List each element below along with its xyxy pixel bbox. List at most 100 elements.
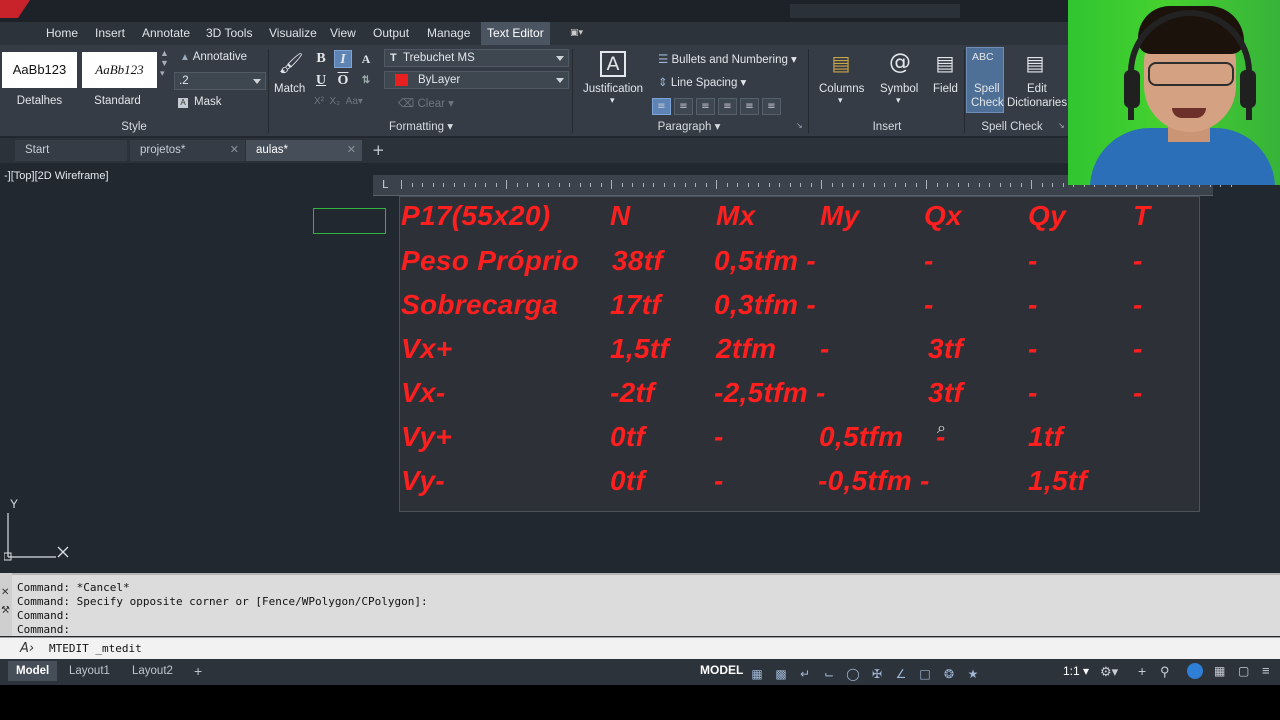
- tab-home[interactable]: Home: [40, 22, 84, 45]
- style-preview-detalhes[interactable]: AaBb123: [2, 52, 77, 88]
- app-logo-icon[interactable]: [0, 0, 30, 18]
- underline-button[interactable]: U: [312, 72, 330, 90]
- viewport-controls[interactable]: -][Top][2D Wireframe]: [4, 170, 109, 182]
- table-cell: -: [1133, 333, 1143, 364]
- table-cell: Vy-: [401, 465, 445, 496]
- isodraft-icon[interactable]: ✠: [870, 667, 884, 681]
- tab-text-editor[interactable]: Text Editor: [481, 22, 550, 45]
- ruler-tick: [800, 183, 801, 187]
- ruler-tick: [642, 183, 644, 187]
- object-snap-tracking-icon[interactable]: ∠: [894, 667, 908, 681]
- align-center-icon[interactable]: ≡: [674, 98, 693, 115]
- layout-tab-layout2[interactable]: Layout2: [124, 661, 181, 681]
- spell-check-label-2: Check: [971, 97, 1004, 109]
- line-spacing-button[interactable]: ⇕ Line Spacing ▾: [658, 75, 746, 89]
- spell-dialog-launcher-icon[interactable]: ↘: [1058, 121, 1065, 130]
- edit-dictionaries-label-2[interactable]: Dictionaries: [1007, 97, 1067, 109]
- color-combo[interactable]: ByLayer: [384, 71, 569, 89]
- overline-button[interactable]: O: [334, 72, 352, 90]
- ruler-tick: [411, 183, 413, 187]
- tab-view[interactable]: View: [324, 22, 362, 45]
- chevron-down-icon[interactable]: ▾: [838, 95, 843, 106]
- style-preview-standard[interactable]: AaBb123: [82, 52, 157, 88]
- field-button[interactable]: Field: [933, 83, 958, 95]
- align-left-icon[interactable]: ≡: [652, 98, 671, 115]
- ruler-tick: [1052, 183, 1053, 187]
- annotative-toggle[interactable]: ▲ Annotative: [180, 51, 247, 63]
- ruler-tick: [485, 183, 486, 187]
- columns-button[interactable]: Columns: [819, 83, 864, 95]
- add-layout-plus-icon[interactable]: +: [186, 661, 210, 681]
- command-prompt-icon[interactable]: A›: [20, 641, 34, 656]
- close-icon[interactable]: ✕: [230, 140, 239, 161]
- autoscale-icon[interactable]: ★: [966, 667, 980, 681]
- table-cell: 38tf: [612, 245, 663, 276]
- tab-manage[interactable]: Manage: [421, 22, 476, 45]
- autocad-window: Home Insert Annotate 3D Tools Visualize …: [0, 0, 1280, 720]
- infer-constraints-icon[interactable]: ↵: [798, 667, 812, 681]
- ruler-tick: [947, 183, 948, 187]
- ortho-icon[interactable]: ⌙: [822, 667, 836, 681]
- bold-button[interactable]: B: [312, 50, 330, 68]
- mask-button[interactable]: A Mask: [178, 96, 221, 108]
- ruler-tick: [579, 183, 581, 187]
- justify-icon[interactable]: ≡: [718, 98, 737, 115]
- model-space-button[interactable]: MODEL: [700, 663, 743, 677]
- bullets-numbering-button[interactable]: ☰ Bullets and Numbering ▾: [658, 52, 797, 66]
- style-scroll-icon[interactable]: ▲ ▼ ▾: [160, 48, 169, 79]
- annotation-monitor-plus-icon[interactable]: +: [1138, 663, 1146, 679]
- ribbon-minimize-icon[interactable]: ▣▾: [570, 28, 592, 39]
- units-icon[interactable]: ⚲: [1160, 664, 1170, 680]
- object-snap-icon[interactable]: □: [918, 667, 932, 681]
- tab-insert[interactable]: Insert: [89, 22, 131, 45]
- layout-tab-layout1[interactable]: Layout1: [61, 661, 118, 681]
- snap-icon[interactable]: ▩: [774, 667, 788, 681]
- tab-3d-tools[interactable]: 3D Tools: [200, 22, 258, 45]
- text-height-combo[interactable]: .2: [174, 72, 266, 90]
- match-button[interactable]: Match: [274, 83, 305, 95]
- file-tab-start[interactable]: Start: [15, 140, 127, 161]
- chevron-down-icon[interactable]: ▾: [610, 95, 615, 106]
- panel-title-spell-check: Spell Check: [981, 121, 1043, 133]
- panel-title-paragraph[interactable]: Paragraph ▾: [574, 119, 804, 135]
- layout-tab-model[interactable]: Model: [8, 661, 58, 681]
- justification-button[interactable]: Justification: [583, 83, 643, 95]
- close-icon[interactable]: ✕: [1, 587, 9, 598]
- hardware-acceleration-icon[interactable]: ▦: [1214, 664, 1225, 678]
- align-right-icon[interactable]: ≡: [696, 98, 715, 115]
- font-combo[interactable]: T Trebuchet MS: [384, 49, 569, 67]
- tab-annotate[interactable]: Annotate: [136, 22, 196, 45]
- case-button[interactable]: ⇅: [357, 72, 375, 90]
- italic-button[interactable]: I: [334, 50, 352, 68]
- command-input[interactable]: A› MTEDIT _mtedit: [0, 637, 1280, 659]
- chevron-down-icon[interactable]: ▾: [896, 95, 901, 106]
- grid-icon[interactable]: ▦: [750, 667, 764, 681]
- file-tab-projetos[interactable]: projetos* ✕: [130, 140, 245, 161]
- paragraph-settings-icon[interactable]: ≡: [762, 98, 781, 115]
- ruler-tick: [401, 180, 402, 189]
- clear-button[interactable]: ⌫ Clear ▾: [398, 96, 454, 110]
- workspace-gear-icon[interactable]: ⚙▾: [1100, 664, 1118, 680]
- annotation-visibility-icon[interactable]: ❂: [942, 667, 956, 681]
- panel-title-formatting[interactable]: Formatting ▾: [270, 119, 572, 135]
- paragraph-dialog-launcher-icon[interactable]: ↘: [796, 121, 803, 130]
- tab-output[interactable]: Output: [367, 22, 415, 45]
- isolate-objects-icon[interactable]: [1187, 663, 1203, 679]
- tab-visualize[interactable]: Visualize: [263, 22, 323, 45]
- new-tab-plus-icon[interactable]: +: [372, 141, 385, 159]
- polar-tracking-icon[interactable]: ◯: [846, 667, 860, 681]
- search-box[interactable]: [790, 4, 960, 18]
- close-icon[interactable]: ✕: [347, 140, 356, 161]
- superscript-button[interactable]: X² X₂ Aa▾: [314, 96, 363, 107]
- symbol-button[interactable]: Symbol: [880, 83, 918, 95]
- ruler-tick: [600, 183, 602, 187]
- edit-dictionaries-label-1[interactable]: Edit: [1027, 83, 1047, 95]
- customize-menu-icon[interactable]: ≡: [1262, 663, 1270, 678]
- strikethrough-button[interactable]: A: [357, 50, 375, 68]
- file-tab-aulas[interactable]: aulas* ✕: [246, 140, 362, 161]
- distribute-icon[interactable]: ≡: [740, 98, 759, 115]
- wrench-icon[interactable]: ⚒: [1, 605, 10, 616]
- command-window-handle[interactable]: ✕ ⚒: [0, 573, 12, 636]
- annotation-scale[interactable]: 1:1 ▾: [1063, 664, 1089, 678]
- clean-screen-icon[interactable]: ▢: [1238, 664, 1249, 678]
